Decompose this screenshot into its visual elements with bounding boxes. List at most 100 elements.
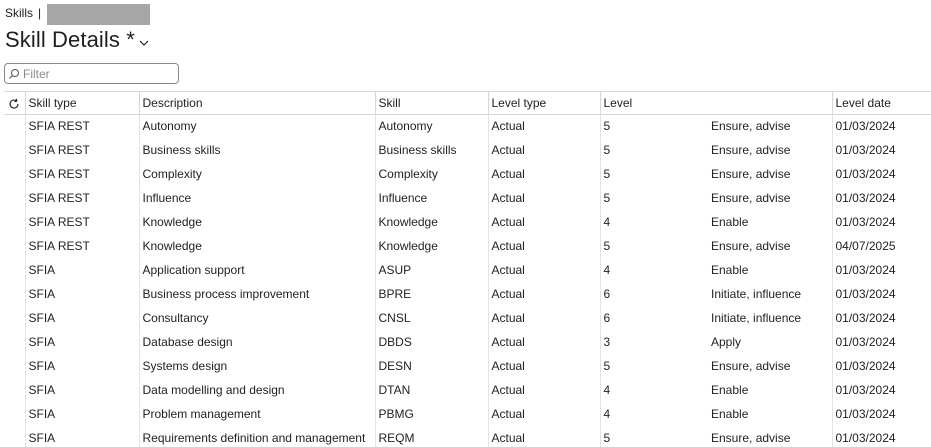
cell-level-date[interactable]: 01/03/2024 bbox=[831, 138, 931, 162]
cell-skill-type[interactable]: SFIA bbox=[24, 426, 139, 447]
cell-level-type[interactable]: Actual bbox=[487, 186, 600, 210]
cell-level-name[interactable]: Initiate, influence bbox=[708, 306, 832, 330]
cell-level-type[interactable]: Actual bbox=[487, 114, 600, 138]
cell-level-name[interactable]: Ensure, advise bbox=[708, 114, 832, 138]
cell-skill[interactable]: CNSL bbox=[374, 306, 488, 330]
cell-skill-type[interactable]: SFIA REST bbox=[24, 210, 139, 234]
cell-level-type[interactable]: Actual bbox=[487, 330, 600, 354]
cell-level[interactable]: 4 bbox=[599, 210, 708, 234]
table-row[interactable]: SFIA REST Knowledge Knowledge Actual 5 Ensure… bbox=[4, 234, 931, 258]
cell-level-type[interactable]: Actual bbox=[487, 162, 600, 186]
cell-level-name[interactable]: Enable bbox=[708, 402, 832, 426]
cell-level-type[interactable]: Actual bbox=[487, 138, 600, 162]
cell-level[interactable]: 5 bbox=[599, 186, 708, 210]
row-selector[interactable] bbox=[4, 330, 25, 354]
cell-skill-type[interactable]: SFIA REST bbox=[24, 234, 139, 258]
cell-level[interactable]: 6 bbox=[599, 306, 708, 330]
cell-skill-type[interactable]: SFIA REST bbox=[24, 186, 139, 210]
table-row[interactable]: SFIA REST Complexity Complexity Actual 5 Ensu… bbox=[4, 162, 931, 186]
cell-level-name[interactable]: Initiate, influence bbox=[708, 282, 832, 306]
cell-skill[interactable]: Autonomy bbox=[374, 114, 488, 138]
filter-box[interactable] bbox=[4, 63, 179, 84]
row-selector[interactable] bbox=[4, 402, 25, 426]
row-selector[interactable] bbox=[4, 114, 25, 138]
cell-level[interactable]: 3 bbox=[599, 330, 708, 354]
cell-description[interactable]: Problem management bbox=[138, 402, 375, 426]
cell-level-date[interactable]: 01/03/2024 bbox=[831, 330, 931, 354]
cell-level-date[interactable]: 01/03/2024 bbox=[831, 162, 931, 186]
cell-level-name[interactable]: Ensure, advise bbox=[708, 234, 832, 258]
cell-level-name[interactable]: Enable bbox=[708, 378, 832, 402]
cell-skill-type[interactable]: SFIA bbox=[24, 378, 139, 402]
cell-skill-type[interactable]: SFIA bbox=[24, 330, 139, 354]
cell-level[interactable]: 4 bbox=[599, 258, 708, 282]
cell-skill[interactable]: Knowledge bbox=[374, 234, 488, 258]
cell-level[interactable]: 5 bbox=[599, 234, 708, 258]
cell-level[interactable]: 5 bbox=[599, 354, 708, 378]
cell-description[interactable]: Autonomy bbox=[138, 114, 375, 138]
column-header-skill-type[interactable]: Skill type bbox=[24, 92, 139, 115]
table-row[interactable]: SFIA REST Business skills Business skills A… bbox=[4, 138, 931, 162]
cell-level[interactable]: 5 bbox=[599, 426, 708, 447]
cell-description[interactable]: Knowledge bbox=[138, 234, 375, 258]
cell-description[interactable]: Complexity bbox=[138, 162, 375, 186]
cell-level-name[interactable]: Ensure, advise bbox=[708, 138, 832, 162]
row-selector[interactable] bbox=[4, 210, 25, 234]
breadcrumb-skills[interactable]: Skills bbox=[5, 6, 33, 20]
refresh-icon[interactable] bbox=[8, 98, 20, 110]
cell-skill[interactable]: DBDS bbox=[374, 330, 488, 354]
cell-description[interactable]: Requirements definition and management bbox=[138, 426, 375, 447]
cell-level-date[interactable]: 01/03/2024 bbox=[831, 402, 931, 426]
cell-level[interactable]: 5 bbox=[599, 162, 708, 186]
column-header-level-date[interactable]: Level date bbox=[831, 92, 931, 115]
cell-skill-type[interactable]: SFIA bbox=[24, 282, 139, 306]
cell-level[interactable]: 5 bbox=[599, 138, 708, 162]
cell-description[interactable]: Data modelling and design bbox=[138, 378, 375, 402]
table-row[interactable]: SFIA Business process improvement BPRE Actu… bbox=[4, 282, 931, 306]
cell-level-date[interactable]: 01/03/2024 bbox=[831, 258, 931, 282]
cell-level-date[interactable]: 01/03/2024 bbox=[831, 426, 931, 447]
cell-description[interactable]: Application support bbox=[138, 258, 375, 282]
cell-level-type[interactable]: Actual bbox=[487, 306, 600, 330]
table-row[interactable]: SFIA Consultancy CNSL Actual 6 Initiate, infl… bbox=[4, 306, 931, 330]
table-row[interactable]: SFIA Database design DBDS Actual 3 Apply 01/03… bbox=[4, 330, 931, 354]
cell-skill-type[interactable]: SFIA REST bbox=[24, 114, 139, 138]
table-row[interactable]: SFIA REST Autonomy Autonomy Actual 5 Ensure, … bbox=[4, 114, 931, 138]
cell-skill[interactable]: BPRE bbox=[374, 282, 488, 306]
row-selector[interactable] bbox=[4, 306, 25, 330]
table-row[interactable]: SFIA Problem management PBMG Actual 4 Enable 0… bbox=[4, 402, 931, 426]
cell-level-date[interactable]: 01/03/2024 bbox=[831, 354, 931, 378]
cell-skill[interactable]: Influence bbox=[374, 186, 488, 210]
cell-description[interactable]: Consultancy bbox=[138, 306, 375, 330]
cell-description[interactable]: Influence bbox=[138, 186, 375, 210]
cell-level-name[interactable]: Apply bbox=[708, 330, 832, 354]
cell-level-type[interactable]: Actual bbox=[487, 378, 600, 402]
row-selector[interactable] bbox=[4, 378, 25, 402]
row-selector[interactable] bbox=[4, 186, 25, 210]
cell-level-name[interactable]: Ensure, advise bbox=[708, 354, 832, 378]
row-selector[interactable] bbox=[4, 162, 25, 186]
cell-level-date[interactable]: 01/03/2024 bbox=[831, 282, 931, 306]
cell-level-type[interactable]: Actual bbox=[487, 234, 600, 258]
row-selector[interactable] bbox=[4, 282, 25, 306]
cell-level-date[interactable]: 01/03/2024 bbox=[831, 306, 931, 330]
cell-skill[interactable]: ASUP bbox=[374, 258, 488, 282]
cell-level[interactable]: 4 bbox=[599, 402, 708, 426]
cell-level[interactable]: 5 bbox=[599, 114, 708, 138]
cell-skill[interactable]: Complexity bbox=[374, 162, 488, 186]
cell-level-type[interactable]: Actual bbox=[487, 354, 600, 378]
cell-level-name[interactable]: Ensure, advise bbox=[708, 186, 832, 210]
column-header-skill[interactable]: Skill bbox=[374, 92, 488, 115]
cell-description[interactable]: Knowledge bbox=[138, 210, 375, 234]
cell-skill[interactable]: DESN bbox=[374, 354, 488, 378]
cell-level[interactable]: 4 bbox=[599, 378, 708, 402]
cell-level-type[interactable]: Actual bbox=[487, 258, 600, 282]
cell-skill[interactable]: PBMG bbox=[374, 402, 488, 426]
cell-skill[interactable]: DTAN bbox=[374, 378, 488, 402]
cell-level-date[interactable]: 01/03/2024 bbox=[831, 210, 931, 234]
table-row[interactable]: SFIA Requirements definition and manageme… bbox=[4, 426, 931, 447]
cell-level[interactable]: 6 bbox=[599, 282, 708, 306]
table-row[interactable]: SFIA REST Knowledge Knowledge Actual 4 Enable… bbox=[4, 210, 931, 234]
cell-skill-type[interactable]: SFIA REST bbox=[24, 162, 139, 186]
cell-skill-type[interactable]: SFIA bbox=[24, 306, 139, 330]
